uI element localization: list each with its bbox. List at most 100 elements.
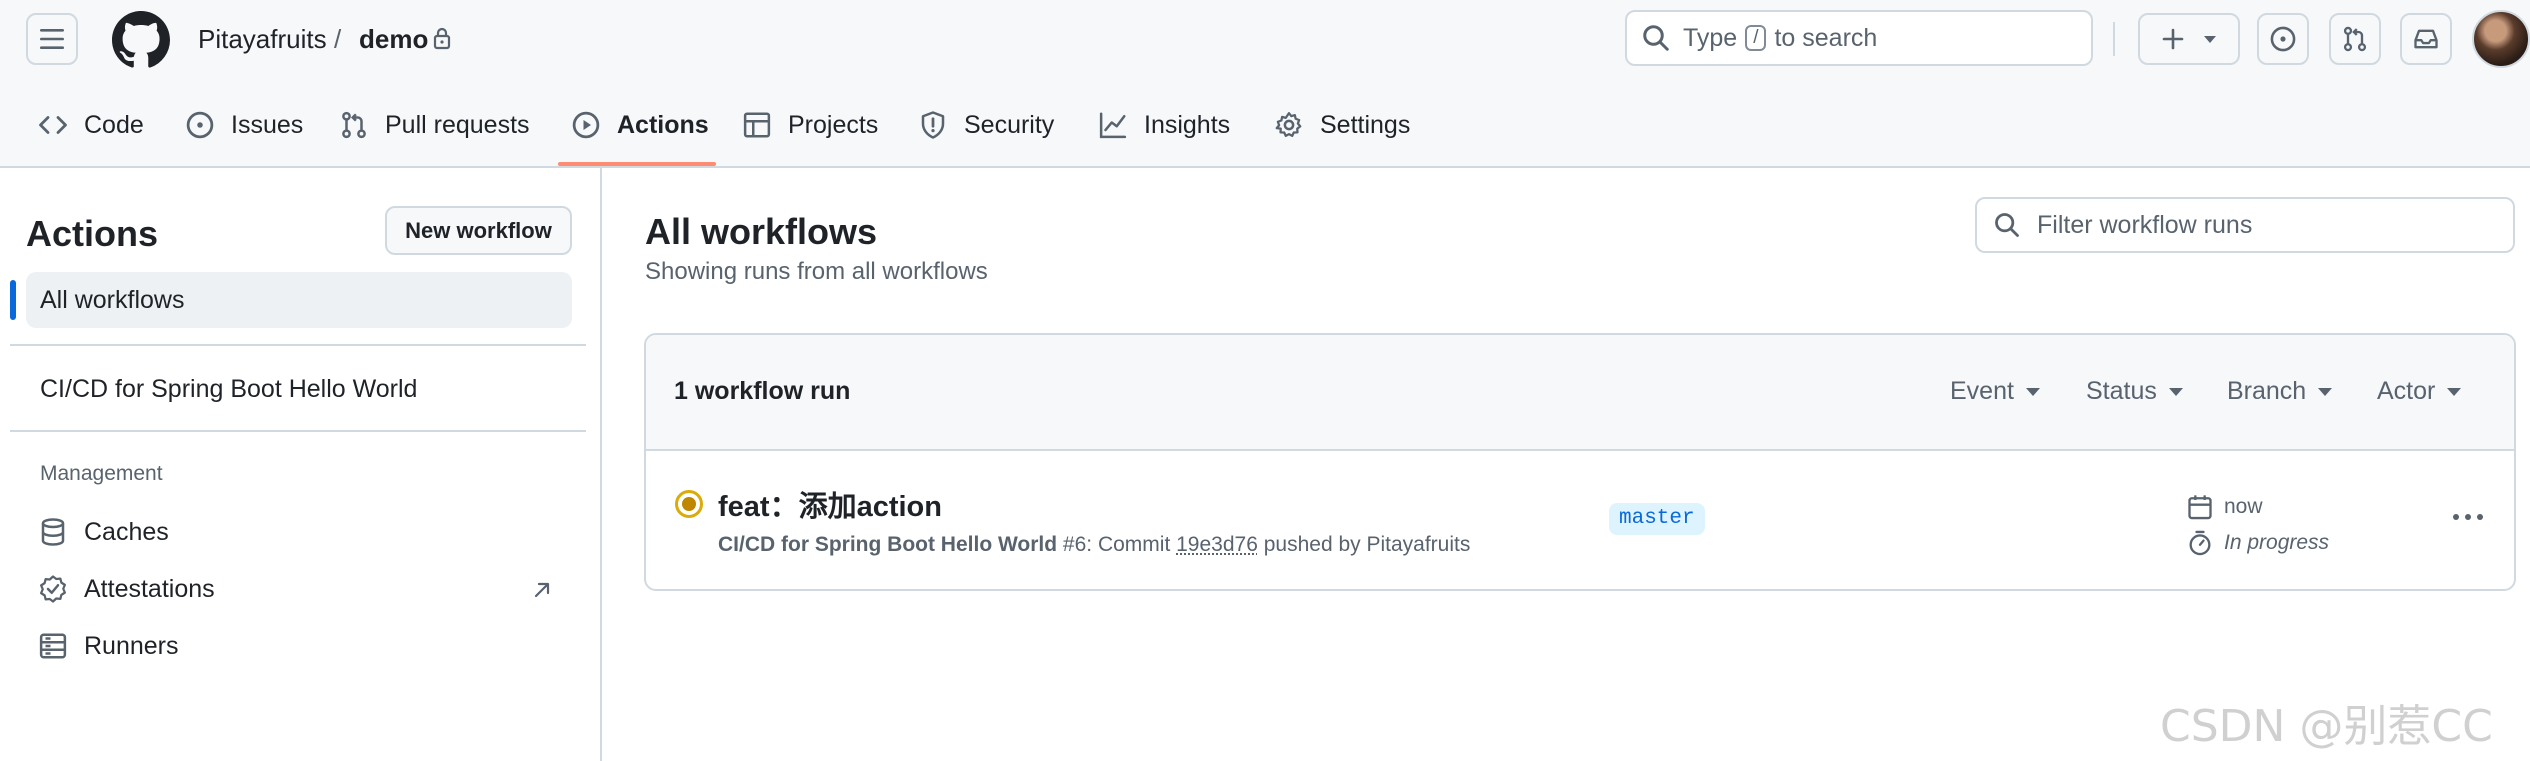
header-divider [2113, 22, 2115, 56]
shield-icon [921, 111, 945, 139]
tab-projects-label: Projects [788, 110, 879, 139]
global-search-input[interactable]: Type / to search [1625, 10, 2093, 66]
tab-code[interactable]: Code [38, 108, 144, 142]
code-icon [39, 116, 67, 134]
sidebar-divider [10, 430, 586, 432]
sidebar-item-attestations[interactable]: Attestations [38, 574, 215, 604]
github-logo-icon[interactable] [112, 11, 170, 69]
search-prefix: Type [1683, 23, 1738, 52]
event-filter-label: Event [1950, 377, 2014, 405]
table-icon [743, 112, 771, 138]
tab-security[interactable]: Security [918, 108, 1054, 142]
kebab-horizontal-icon [2453, 514, 2483, 520]
issue-opened-icon [186, 111, 214, 139]
tab-issues[interactable]: Issues [185, 108, 303, 142]
external-link-icon [534, 582, 550, 598]
tab-insights[interactable]: Insights [1098, 108, 1230, 142]
run-time-label: now [2224, 495, 2263, 518]
active-tab-indicator [558, 162, 716, 166]
search-shortcut-key: / [1745, 25, 1767, 51]
plus-icon [2162, 28, 2184, 50]
runs-count: 1 workflow run [674, 377, 851, 405]
actions-sidebar: Actions New workflow All workflows CI/CD… [0, 168, 602, 761]
tab-pull-requests[interactable]: Pull requests [339, 108, 530, 142]
tab-actions[interactable]: Actions [571, 108, 709, 142]
user-avatar[interactable] [2472, 10, 2530, 68]
filter-input[interactable] [2037, 210, 2487, 240]
run-status-label: In progress [2224, 531, 2330, 554]
run-title[interactable]: feat：添加action [718, 483, 942, 525]
sidebar-item-all-workflows-label: All workflows [40, 286, 185, 314]
in-progress-status-icon [675, 490, 703, 518]
triangle-down-icon [2447, 387, 2462, 396]
git-pull-request-icon [342, 111, 366, 139]
runs-header: 1 workflow run Event Status Branch Actor [646, 335, 2514, 451]
status-filter-dropdown[interactable]: Status [2086, 377, 2183, 406]
triangle-down-icon [2168, 387, 2183, 396]
gear-icon [1275, 112, 1302, 137]
sidebar-active-indicator [10, 280, 16, 320]
sidebar-title: Actions [26, 213, 159, 254]
run-number: #6: Commit [1057, 533, 1177, 556]
repo-navigation: Code Issues Pull requests Actions Projec… [0, 78, 2530, 168]
stopwatch-icon [2189, 530, 2211, 556]
tab-actions-label: Actions [617, 110, 709, 139]
server-icon [39, 633, 67, 659]
sidebar-item-workflow[interactable]: CI/CD for Spring Boot Hello World [40, 373, 417, 405]
triangle-down-icon [2025, 387, 2040, 396]
run-pushed-by: pushed by Pitayafruits [1257, 533, 1471, 556]
event-filter-dropdown[interactable]: Event [1950, 377, 2040, 406]
run-time: now [2186, 493, 2263, 521]
inbox-icon [2414, 29, 2438, 49]
watermark: CSDN @别惹CC [2160, 701, 2493, 752]
actor-filter-label: Actor [2377, 377, 2436, 405]
database-icon [41, 518, 65, 546]
sidebar-item-caches-label: Caches [84, 517, 169, 546]
tab-settings[interactable]: Settings [1274, 108, 1410, 142]
sidebar-item-runners[interactable]: Runners [38, 631, 179, 661]
issues-button[interactable] [2257, 13, 2309, 65]
create-new-button[interactable] [2138, 13, 2240, 65]
git-pull-request-icon [2343, 26, 2367, 52]
filter-workflow-runs[interactable] [1975, 197, 2515, 253]
commit-sha-link[interactable]: 19e3d76 [1176, 533, 1258, 557]
branch-filter-dropdown[interactable]: Branch [2227, 377, 2333, 406]
tab-pull-requests-label: Pull requests [385, 110, 530, 139]
menu-button[interactable] [26, 13, 78, 65]
sidebar-item-attestations-label: Attestations [84, 574, 215, 603]
play-icon [572, 111, 600, 139]
run-workflow-name[interactable]: CI/CD for Spring Boot Hello World [718, 533, 1057, 557]
tab-security-label: Security [964, 110, 1055, 139]
sidebar-item-caches[interactable]: Caches [38, 517, 169, 547]
search-suffix: to search [1774, 23, 1878, 52]
branch-filter-label: Branch [2227, 377, 2307, 405]
tab-issues-label: Issues [231, 110, 304, 139]
calendar-icon [2188, 495, 2212, 520]
actor-filter-dropdown[interactable]: Actor [2377, 377, 2462, 406]
breadcrumb-owner[interactable]: Pitayafruits [198, 22, 327, 56]
pull-requests-button[interactable] [2329, 13, 2381, 65]
breadcrumb-separator: / [334, 24, 342, 54]
workflow-runs-list: 1 workflow run Event Status Branch Actor… [644, 333, 2516, 591]
verified-icon [40, 575, 66, 603]
run-options-button[interactable] [2446, 495, 2490, 539]
notifications-button[interactable] [2400, 13, 2452, 65]
triangle-down-icon [2204, 36, 2216, 43]
tab-insights-label: Insights [1144, 110, 1231, 139]
search-icon [1643, 25, 1669, 51]
tab-code-label: Code [84, 110, 144, 139]
triangle-down-icon [2318, 387, 2333, 396]
global-header: Pitayafruits / demo Type / to search [0, 0, 2530, 78]
issue-opened-icon [2270, 26, 2296, 52]
lock-icon [433, 27, 451, 50]
page-title: All workflows [645, 211, 878, 252]
page-subtitle: Showing runs from all workflows [645, 258, 988, 285]
management-heading: Management [40, 462, 163, 485]
sidebar-divider [10, 344, 586, 346]
new-workflow-button[interactable]: New workflow [385, 206, 572, 255]
branch-badge[interactable]: master [1609, 503, 1705, 535]
run-duration: In progress [2186, 529, 2329, 557]
breadcrumb-repo[interactable]: demo [359, 22, 428, 56]
tab-projects[interactable]: Projects [742, 108, 878, 142]
graph-icon [1099, 112, 1127, 139]
